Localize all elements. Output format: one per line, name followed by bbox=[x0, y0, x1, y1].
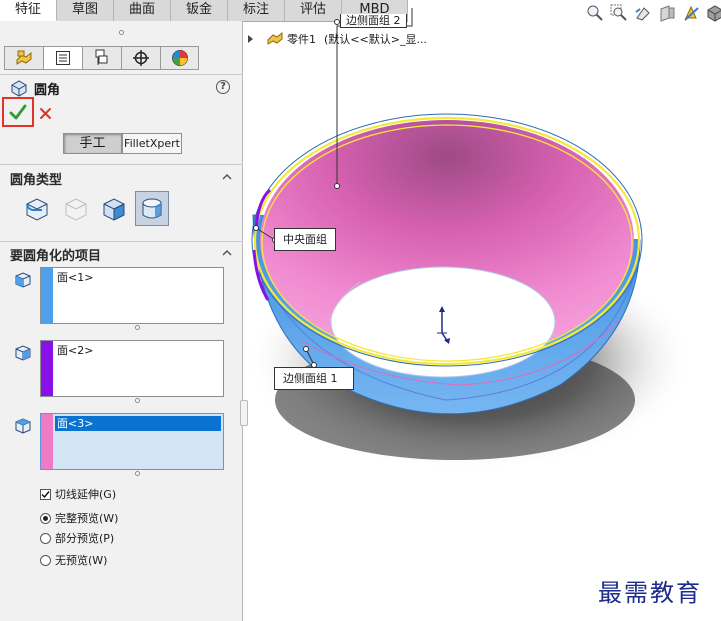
full-preview-label: 完整预览(W) bbox=[55, 512, 119, 525]
close-icon bbox=[39, 107, 51, 119]
dimxpert-manager-tab[interactable] bbox=[121, 46, 160, 70]
face-fillet-icon bbox=[103, 197, 125, 221]
feature-title: 圆角 bbox=[34, 82, 61, 98]
section-view-icon[interactable] bbox=[658, 4, 676, 22]
face-set-1-color bbox=[41, 268, 53, 323]
full-round-fillet-icon bbox=[142, 198, 162, 218]
tab-sketch[interactable]: 草图 bbox=[57, 0, 114, 21]
callout-side-face-set-2[interactable]: 边侧面组 2 bbox=[340, 14, 407, 28]
tangent-propagation-checkbox[interactable] bbox=[40, 488, 51, 500]
list-resize-handle[interactable] bbox=[135, 471, 140, 476]
previous-view-icon[interactable] bbox=[634, 4, 652, 22]
callout-side-face-set-1[interactable]: 边侧面组 1 bbox=[274, 367, 354, 390]
partial-preview-radio[interactable] bbox=[40, 532, 51, 544]
tab-features[interactable]: 特征 bbox=[0, 0, 57, 21]
tangent-propagation-option[interactable]: 切线延伸(G) bbox=[40, 485, 116, 503]
items-to-fillet-header: 要圆角化的项目 bbox=[10, 249, 102, 264]
checkmark-icon bbox=[41, 490, 50, 498]
no-preview-option[interactable]: 无预览(W) bbox=[40, 551, 107, 569]
center-face-set-icon bbox=[15, 345, 31, 361]
side-face-set-1-icon bbox=[15, 272, 31, 288]
side-face-set-2-icon bbox=[15, 418, 31, 434]
display-style-icon[interactable] bbox=[706, 4, 721, 22]
constant-size-fillet-button[interactable] bbox=[20, 191, 54, 226]
face-fillet-button[interactable] bbox=[97, 191, 131, 226]
tab-surfaces[interactable]: 曲面 bbox=[114, 0, 171, 21]
constant-size-fillet-icon bbox=[26, 197, 48, 221]
fillet-type-header: 圆角类型 bbox=[10, 173, 63, 188]
expand-arrow-icon[interactable] bbox=[248, 35, 253, 43]
filletxpert-mode-button[interactable]: FilletXpert bbox=[122, 133, 182, 154]
configuration-name: (默认<<默认>_显... bbox=[324, 33, 427, 46]
flyout-tree-item[interactable]: 零件1 (默认<<默认>_显... bbox=[248, 30, 427, 48]
full-round-fillet-button[interactable] bbox=[135, 191, 169, 226]
variable-size-fillet-button[interactable] bbox=[59, 191, 93, 226]
ok-button[interactable] bbox=[2, 97, 34, 127]
variable-size-fillet-icon bbox=[65, 197, 87, 221]
watermark-text: 最需教育 bbox=[598, 579, 702, 607]
no-preview-label: 无预览(W) bbox=[55, 554, 108, 567]
part-icon bbox=[267, 31, 283, 45]
zoom-to-area-icon[interactable] bbox=[610, 4, 628, 22]
configuration-manager-tab[interactable] bbox=[82, 46, 121, 70]
feature-manager-tab[interactable] bbox=[4, 46, 43, 70]
heads-up-view-toolbar bbox=[586, 4, 721, 22]
tab-sheet-metal[interactable]: 钣金 bbox=[171, 0, 228, 21]
list-resize-handle[interactable] bbox=[135, 398, 140, 403]
part-name: 零件1 bbox=[287, 33, 316, 46]
zoom-to-fit-icon[interactable] bbox=[586, 4, 604, 22]
configuration-manager-icon bbox=[95, 49, 108, 65]
graphics-area[interactable] bbox=[244, 0, 721, 621]
face-set-1-item[interactable]: 面<1> bbox=[55, 270, 221, 285]
callout-center-face-set[interactable]: 中央面组 bbox=[274, 228, 336, 251]
feature-title-row: 圆角 bbox=[10, 78, 60, 98]
feature-manager-icon bbox=[16, 50, 32, 65]
display-manager-tab[interactable] bbox=[160, 46, 199, 70]
property-manager-icon bbox=[56, 51, 70, 65]
chevron-up-icon[interactable] bbox=[222, 172, 232, 182]
manual-mode-button[interactable]: 手工 bbox=[63, 133, 122, 154]
dimxpert-icon bbox=[133, 50, 149, 66]
manager-tabs bbox=[4, 46, 202, 70]
panel-grip-handle[interactable] bbox=[119, 30, 124, 35]
fillet-icon bbox=[11, 80, 27, 97]
face-set-2-item[interactable]: 面<2> bbox=[55, 343, 221, 358]
help-button[interactable]: ? bbox=[216, 80, 230, 94]
no-preview-radio[interactable] bbox=[40, 554, 51, 566]
full-preview-option[interactable]: 完整预览(W) bbox=[40, 509, 118, 527]
cancel-button[interactable] bbox=[37, 105, 53, 121]
center-face-set-list[interactable]: 面<2> bbox=[40, 340, 224, 397]
display-manager-icon bbox=[171, 50, 188, 66]
face-set-3-item[interactable]: 面<3> bbox=[55, 416, 221, 431]
side-face-set-2-list[interactable]: 面<3> bbox=[40, 413, 224, 470]
chevron-up-icon[interactable] bbox=[222, 248, 232, 258]
full-preview-radio[interactable] bbox=[40, 512, 51, 524]
partial-preview-option[interactable]: 部分预览(P) bbox=[40, 529, 114, 547]
face-set-2-color bbox=[41, 341, 53, 396]
checkmark-icon bbox=[9, 104, 27, 120]
face-set-3-color bbox=[41, 414, 53, 469]
list-resize-handle[interactable] bbox=[135, 325, 140, 330]
tangent-propagation-label: 切线延伸(G) bbox=[55, 488, 117, 501]
partial-preview-label: 部分预览(P) bbox=[55, 532, 115, 545]
side-face-set-1-list[interactable]: 面<1> bbox=[40, 267, 224, 324]
property-manager-tab[interactable] bbox=[43, 46, 82, 70]
property-manager-panel: 圆角 ? 手工 FilletXpert 圆角类型 要圆角化的项目 面<1> 面<… bbox=[0, 21, 243, 621]
view-orientation-icon[interactable] bbox=[682, 4, 700, 22]
